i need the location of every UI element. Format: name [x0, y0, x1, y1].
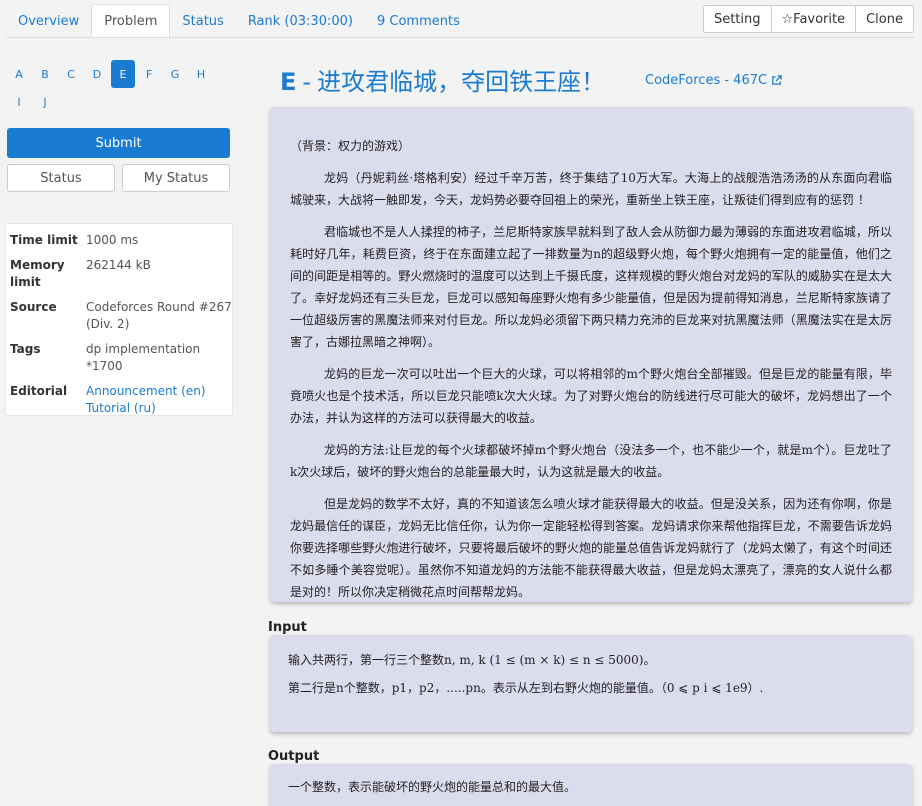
editorial-announcement-link[interactable]: Announcement (en) — [86, 383, 232, 400]
editorial-tutorial-link[interactable]: Tutorial (ru) — [86, 400, 232, 417]
editorial-links: Announcement (en) Tutorial (ru) — [86, 383, 232, 417]
setting-button[interactable]: Setting — [702, 5, 772, 33]
problem-name: 进攻君临城，夺回铁王座！ — [317, 68, 606, 96]
tab-overview[interactable]: Overview — [6, 4, 91, 38]
clone-button[interactable]: Clone — [856, 5, 914, 33]
source-label: Source — [10, 300, 57, 314]
tab-comments[interactable]: 9 Comments — [365, 4, 472, 38]
time-limit-value: 1000 ms — [86, 233, 139, 247]
origin-problem-label: CodeForces - 467C — [645, 73, 768, 88]
tab-problem[interactable]: Problem — [91, 4, 171, 38]
problem-letter-b[interactable]: B — [32, 60, 58, 88]
tab-status[interactable]: Status — [170, 4, 235, 38]
problem-letter-g[interactable]: G — [162, 60, 188, 88]
source-value: Codeforces Round #267 (Div. 2) — [86, 300, 232, 331]
statement-paragraph: 但是龙妈的数学不太好，真的不知道该怎么喷火球才能获得最大的收益。但是没关系，因为… — [290, 497, 892, 599]
problem-letter-nav: A B C D E F G H I J — [6, 60, 230, 116]
problem-letter-e[interactable]: E — [111, 60, 135, 88]
origin-problem-link[interactable]: CodeForces - 467C — [645, 73, 782, 88]
memory-limit-label: Memory limit — [10, 258, 65, 289]
statement-paragraph: 君临城也不是人人揉捏的柿子，兰尼斯特家族早就料到了敌人会从防御力最为薄弱的东面进… — [290, 225, 892, 349]
problem-letter-j[interactable]: J — [32, 88, 58, 116]
tab-rank[interactable]: Rank (03:30:00) — [236, 4, 365, 38]
submit-button[interactable]: Submit — [7, 128, 230, 158]
statement-paragraph: 龙妈的巨龙一次可以吐出一个巨大的火球，可以将相邻的m个野火炮台全部摧毁。但是巨龙… — [290, 367, 892, 425]
problem-letter-c[interactable]: C — [58, 60, 84, 88]
input-section-title: Input — [268, 620, 307, 635]
memory-limit-value: 262144 kB — [86, 258, 151, 272]
nav-tabs: Overview Problem Status Rank (03:30:00) … — [6, 4, 472, 38]
output-section: 一个整数，表示能破坏的野火炮的能量总和的最大值。 — [270, 764, 912, 806]
statement-paragraph: 龙妈的方法:让巨龙的每个火球都破坏掉m个野火炮台（没法多一个，也不能少一个，就是… — [290, 443, 892, 479]
input-section: 输入共两行，第一行三个整数n, m, k (1 ≤ (m × k) ≤ n ≤ … — [270, 635, 912, 732]
problem-letter-f[interactable]: F — [136, 60, 162, 88]
status-buttons: Status My Status — [7, 164, 230, 192]
top-bar: Overview Problem Status Rank (03:30:00) … — [0, 0, 922, 38]
action-buttons: Setting ☆Favorite Clone — [702, 5, 914, 33]
title-separator: - — [302, 68, 312, 96]
input-line: 输入共两行，第一行三个整数n, m, k (1 ≤ (m × k) ≤ n ≤ … — [288, 653, 656, 667]
statement-paragraph: 龙妈（丹妮莉丝·塔格利安）经过千辛万苦，终于集结了10万大军。大海上的战舰浩浩汤… — [290, 171, 892, 207]
editorial-label: Editorial — [10, 384, 68, 398]
time-limit-label: Time limit — [10, 233, 78, 247]
input-line: 第二行是n个整数，p1，p2，.....pn。表示从左到右野火炮的能量值。（0 … — [288, 681, 764, 695]
problem-letter-h[interactable]: H — [188, 60, 214, 88]
external-link-icon — [772, 75, 782, 85]
problem-letter-d[interactable]: D — [84, 60, 110, 88]
favorite-button[interactable]: ☆Favorite — [771, 5, 857, 33]
output-section-title: Output — [268, 749, 320, 764]
tags-label: Tags — [10, 342, 41, 356]
problem-letter-a[interactable]: A — [6, 60, 32, 88]
problem-info-panel: Time limit 1000 ms Memory limit 262144 k… — [5, 223, 233, 416]
problem-letter: E — [280, 68, 297, 96]
problem-letter-i[interactable]: I — [6, 88, 32, 116]
status-button[interactable]: Status — [7, 164, 115, 192]
statement-paragraph: （背景：权力的游戏） — [290, 139, 411, 153]
problem-statement: （背景：权力的游戏） 龙妈（丹妮莉丝·塔格利安）经过千辛万苦，终于集结了10万大… — [270, 107, 912, 602]
my-status-button[interactable]: My Status — [122, 164, 230, 192]
tags-value: dp implementation *1700 — [86, 342, 201, 373]
output-line: 一个整数，表示能破坏的野火炮的能量总和的最大值。 — [288, 780, 577, 794]
page-title: E - 进攻君临城，夺回铁王座！ — [280, 62, 605, 97]
tab-divider — [6, 37, 914, 38]
